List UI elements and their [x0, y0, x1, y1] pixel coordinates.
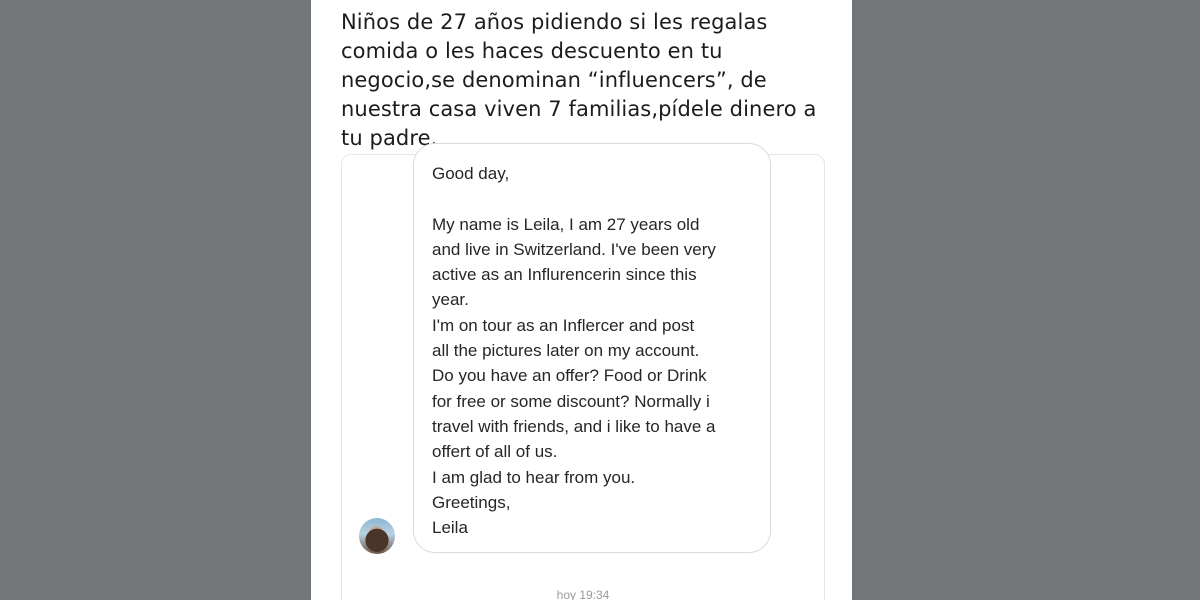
- message-line: I'm on tour as an Inflercer and post: [432, 315, 695, 335]
- tweet-text: Niños de 27 años pidiendo si les regalas…: [341, 8, 831, 153]
- message-bubble: Good day, My name is Leila, I am 27 year…: [413, 143, 771, 553]
- message-line: Leila: [432, 518, 468, 538]
- message-line: [432, 186, 762, 211]
- message-line: year.: [432, 290, 469, 310]
- message-line: for free or some discount? Normally i: [432, 391, 710, 411]
- message-text: Good day, My name is Leila, I am 27 year…: [432, 161, 762, 540]
- tweet-line: negocio,se denominan “influencers”, de: [341, 68, 767, 92]
- message-line: Good day,: [432, 164, 510, 183]
- embedded-message-screenshot[interactable]: Good day, My name is Leila, I am 27 year…: [341, 143, 825, 600]
- message-timestamp: hoy 19:34: [556, 588, 610, 600]
- message-line: I am glad to hear from you.: [432, 467, 636, 487]
- tweet-line: comida o les haces descuento en tu: [341, 39, 723, 63]
- tweet-line: Niños de 27 años pidiendo si les regalas: [341, 10, 768, 34]
- message-line: My name is Leila, I am 27 years old: [432, 214, 700, 234]
- message-line: all the pictures later on my account.: [432, 341, 700, 361]
- avatar[interactable]: [359, 518, 395, 554]
- message-line: and live in Switzerland. I've been very: [432, 239, 716, 259]
- message-line: offert of all of us.: [432, 442, 558, 462]
- screen: Niños de 27 años pidiendo si les regalas…: [0, 0, 1200, 600]
- message-line: travel with friends, and i like to have …: [432, 416, 716, 436]
- message-line: Greetings,: [432, 492, 511, 512]
- tweet-line: nuestra casa viven 7 familias,pídele din…: [341, 97, 817, 121]
- message-line: Do you have an offer? Food or Drink: [432, 366, 707, 386]
- message-line: active as an Influrencerin since this: [432, 265, 697, 285]
- tweet-panel: Niños de 27 años pidiendo si les regalas…: [311, 0, 852, 600]
